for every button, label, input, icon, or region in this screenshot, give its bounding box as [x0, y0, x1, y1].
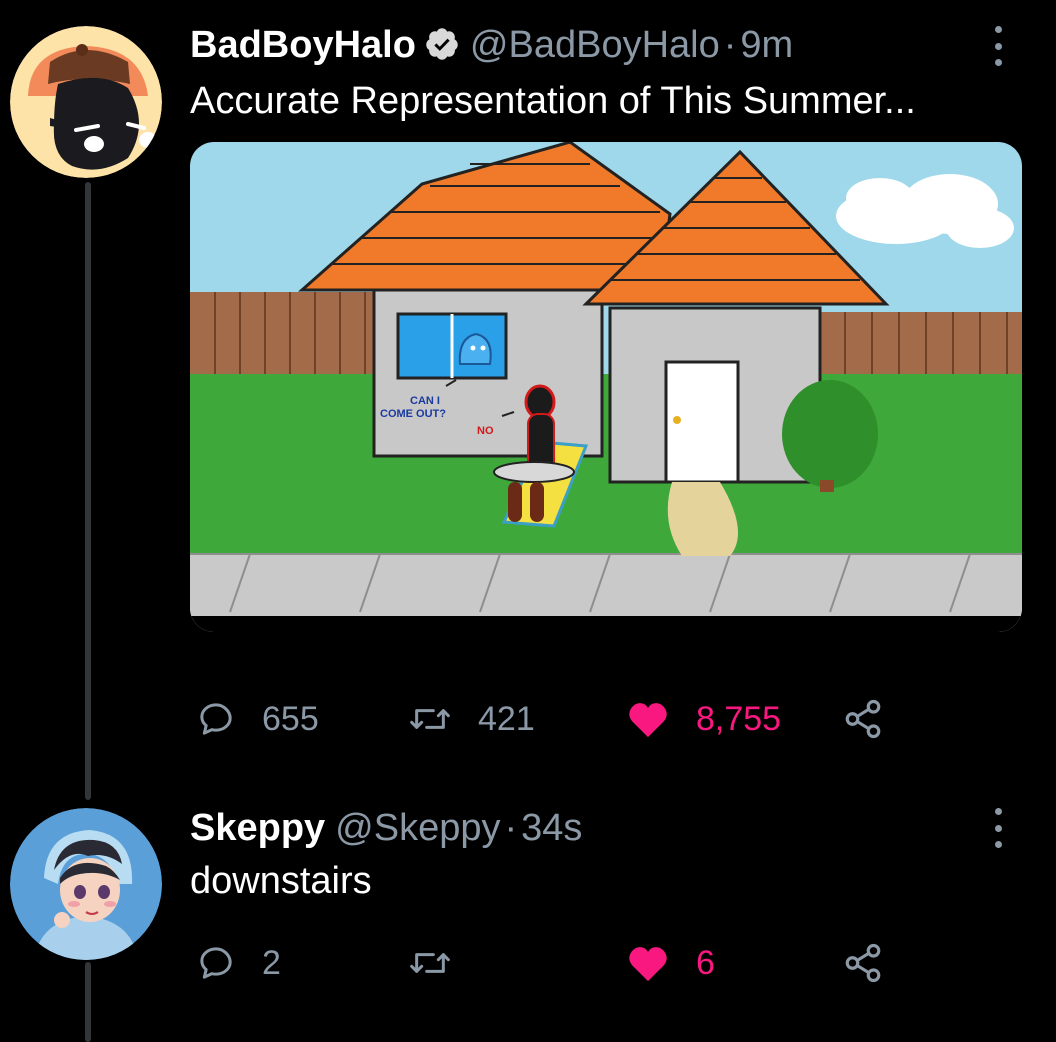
reply-button[interactable]: 2	[196, 940, 281, 986]
tweet-header: BadBoyHalo @BadBoyHalo · 9m	[190, 21, 793, 68]
tweet-actions: 655 421 8,755	[190, 696, 910, 742]
timestamp[interactable]: 34s	[521, 805, 582, 851]
retweet-button[interactable]	[408, 940, 452, 986]
author-name[interactable]: Skeppy	[190, 805, 325, 851]
retweet-icon	[410, 953, 450, 973]
reply-icon	[200, 947, 232, 979]
retweet-icon	[410, 709, 450, 729]
tweet-actions: 2 6	[190, 940, 910, 986]
retweet-button[interactable]: 421	[408, 696, 535, 742]
separator-dot: ·	[723, 24, 737, 66]
like-count: 6	[696, 943, 715, 982]
avatar[interactable]	[10, 808, 162, 960]
like-button[interactable]: 6	[626, 940, 715, 986]
reply-button[interactable]: 655	[196, 696, 319, 742]
retweet-count: 421	[478, 699, 535, 738]
tweet-text: downstairs	[190, 860, 372, 902]
blue-hoodie-avatar-image	[10, 808, 162, 960]
verified-badge-icon	[426, 28, 458, 60]
author-handle[interactable]: @Skeppy	[335, 805, 500, 851]
thread-line-top	[85, 182, 91, 800]
tweet-header: Skeppy @Skeppy · 34s	[190, 805, 582, 851]
avatar[interactable]	[10, 26, 162, 178]
thread-line-bottom	[85, 962, 91, 1042]
like-icon	[629, 947, 667, 982]
caption-can-i: CAN I	[410, 395, 440, 407]
author-handle[interactable]: @BadBoyHalo	[470, 22, 720, 68]
summer-house-drawing: CAN I COME OUT? NO	[190, 142, 1022, 632]
caption-no: NO	[477, 425, 494, 437]
like-count: 8,755	[696, 699, 782, 738]
share-icon	[845, 943, 881, 983]
separator-dot: ·	[504, 807, 518, 849]
reply-icon	[200, 703, 232, 735]
author-name[interactable]: BadBoyHalo	[190, 22, 416, 68]
share-button[interactable]	[842, 940, 884, 986]
reply-count: 655	[262, 699, 319, 738]
caption-come-out: COME OUT?	[380, 408, 446, 420]
like-icon	[629, 703, 667, 738]
timestamp[interactable]: 9m	[740, 22, 793, 68]
more-icon[interactable]	[988, 26, 1008, 66]
more-icon[interactable]	[988, 808, 1008, 848]
dark-blob-avatar-image	[10, 26, 162, 178]
like-button[interactable]: 8,755	[626, 696, 781, 742]
share-icon	[845, 699, 881, 739]
share-button[interactable]	[842, 696, 884, 742]
tweet-media[interactable]: CAN I COME OUT? NO	[190, 142, 1022, 632]
reply-count: 2	[262, 943, 281, 982]
tweet-text: Accurate Representation of This Summer..…	[190, 80, 916, 122]
